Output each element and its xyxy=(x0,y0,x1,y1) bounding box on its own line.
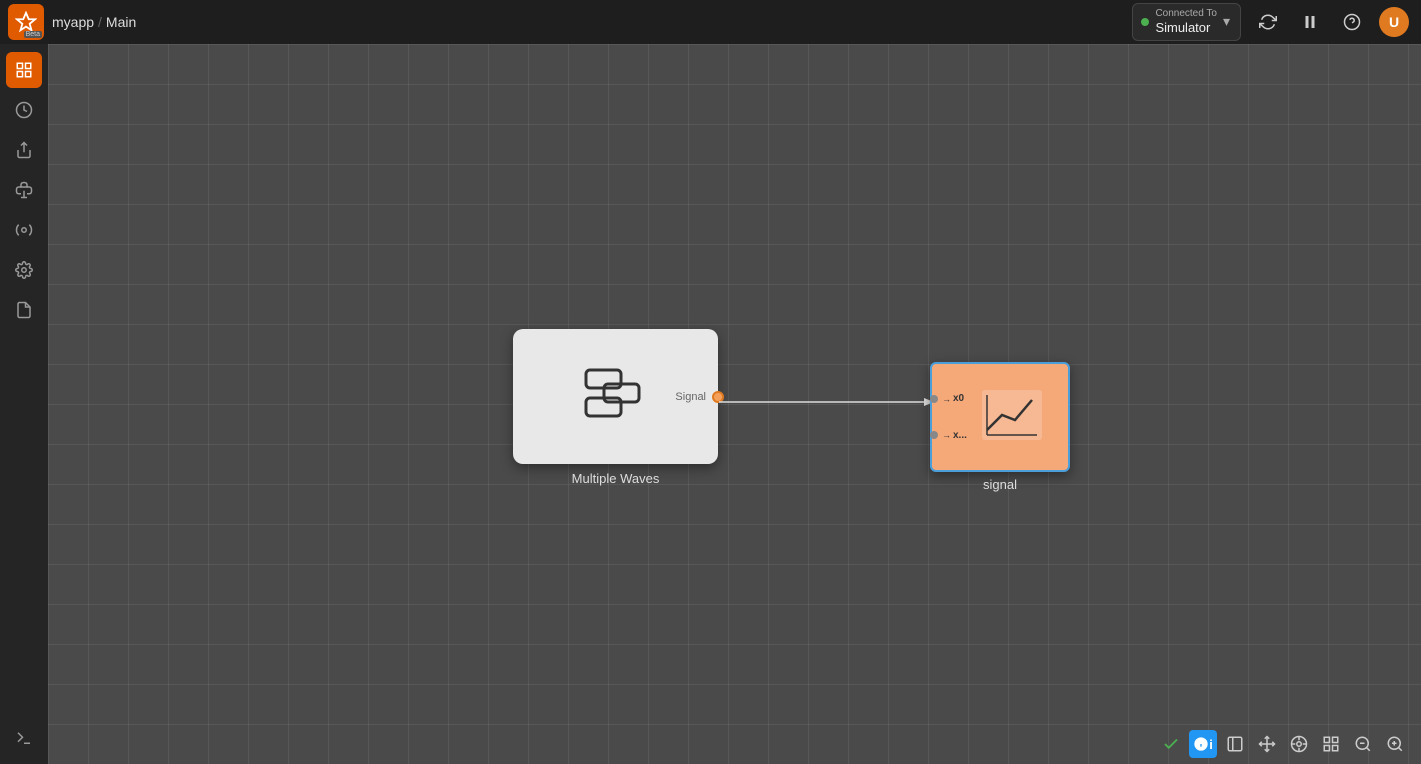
breadcrumb-page[interactable]: Main xyxy=(106,14,136,30)
zoom-out-button[interactable] xyxy=(1349,730,1377,758)
port-x0-label: → xyxy=(936,394,951,404)
connection-line xyxy=(719,395,939,415)
connection-text: Connected To Simulator xyxy=(1155,8,1217,37)
zoom-in-button[interactable] xyxy=(1381,730,1409,758)
check-button[interactable] xyxy=(1157,730,1185,758)
port-xmore-text: x... xyxy=(953,430,967,441)
sidebar-item-grid[interactable] xyxy=(6,52,42,88)
port-x0-row: → x0 xyxy=(936,393,967,404)
signal-node-ports: → x0 → x... xyxy=(936,364,967,470)
sidebar-item-export[interactable] xyxy=(6,132,42,168)
port-x0-dot xyxy=(930,395,938,403)
sidebar-item-settings[interactable] xyxy=(6,252,42,288)
topbar: Beta myapp / Main Connected To Simulator… xyxy=(0,0,1421,44)
panel-button[interactable] xyxy=(1221,730,1249,758)
bottom-toolbar: i xyxy=(1145,724,1421,764)
sidebar-item-docs[interactable] xyxy=(6,292,42,328)
breadcrumb-app[interactable]: myapp xyxy=(52,14,94,30)
signal-node-chart-icon xyxy=(977,385,1047,450)
user-avatar[interactable]: U xyxy=(1379,7,1409,37)
breadcrumb: myapp / Main xyxy=(52,14,136,30)
output-port[interactable] xyxy=(712,391,724,403)
connection-dropdown-icon[interactable]: ▾ xyxy=(1223,13,1230,30)
topbar-left: Beta myapp / Main xyxy=(0,4,136,40)
info-button[interactable]: i xyxy=(1189,730,1217,758)
connection-status[interactable]: Connected To Simulator ▾ xyxy=(1132,3,1241,42)
sidebar-item-plugins[interactable] xyxy=(6,212,42,248)
target-button[interactable] xyxy=(1285,730,1313,758)
help-button[interactable] xyxy=(1337,7,1367,37)
signal-node-label: signal xyxy=(932,477,1068,492)
multiple-waves-label: Multiple Waves xyxy=(513,471,718,486)
status-dot xyxy=(1141,18,1149,26)
app-logo[interactable]: Beta xyxy=(8,4,44,40)
sidebar-item-terminal[interactable] xyxy=(6,720,42,756)
signal-port-label: Signal xyxy=(675,391,706,403)
grid-button[interactable] xyxy=(1317,730,1345,758)
move-button[interactable] xyxy=(1253,730,1281,758)
beta-badge: Beta xyxy=(24,31,42,38)
port-xmore-row: → x... xyxy=(936,430,967,441)
connected-to-label: Connected To xyxy=(1155,8,1217,20)
canvas[interactable]: Signal Multiple Waves → x0 → x... xyxy=(48,44,1421,764)
simulator-label: Simulator xyxy=(1155,20,1217,37)
refresh-button[interactable] xyxy=(1253,7,1283,37)
signal-node[interactable]: → x0 → x... signal xyxy=(930,362,1070,472)
breadcrumb-separator: / xyxy=(98,14,102,30)
topbar-right: Connected To Simulator ▾ U xyxy=(1132,3,1421,42)
multiple-waves-node[interactable]: Signal Multiple Waves xyxy=(513,329,718,464)
sidebar-item-python[interactable] xyxy=(6,172,42,208)
pause-button[interactable] xyxy=(1295,7,1325,37)
port-xmore-arrow: → xyxy=(936,430,951,440)
sidebar-bottom xyxy=(6,720,42,756)
port-x0-text: x0 xyxy=(953,393,964,404)
sidebar xyxy=(0,44,48,764)
multiple-waves-icon xyxy=(571,357,661,437)
sidebar-item-history[interactable] xyxy=(6,92,42,128)
